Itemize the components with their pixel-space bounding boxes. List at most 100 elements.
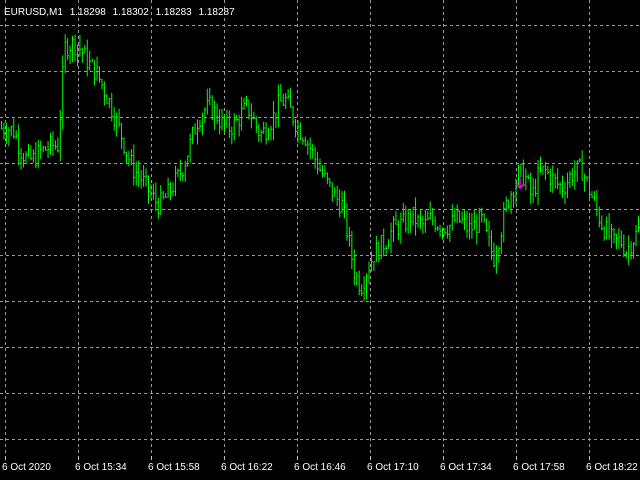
candle — [503, 201, 506, 243]
candle — [451, 204, 454, 231]
time-axis-label: 6 Oct 17:10 — [367, 462, 419, 473]
candle — [552, 165, 555, 194]
candle — [221, 109, 224, 131]
candle — [402, 202, 405, 223]
candle — [219, 109, 222, 135]
candle — [498, 246, 501, 263]
candle — [295, 118, 297, 138]
candle — [253, 111, 256, 120]
candle — [101, 78, 104, 90]
candle — [81, 47, 84, 63]
chart-window[interactable]: EURUSD,M1 1.18298 1.18302 1.18283 1.1828… — [0, 0, 640, 480]
candle — [554, 173, 557, 189]
candle — [263, 121, 266, 134]
candle — [155, 182, 158, 212]
candle — [62, 55, 65, 130]
candle — [412, 206, 415, 226]
candle — [231, 126, 234, 145]
candle — [272, 100, 275, 141]
candle — [130, 148, 133, 165]
candle — [537, 160, 540, 206]
candle — [304, 136, 307, 147]
candle — [35, 142, 38, 169]
candle — [449, 224, 452, 242]
time-axis-tick — [5, 456, 6, 460]
candle — [383, 228, 386, 257]
candle — [189, 133, 192, 163]
candle — [344, 190, 346, 219]
candle — [456, 204, 459, 224]
candle — [15, 130, 18, 140]
candle — [429, 201, 432, 220]
candle — [179, 159, 182, 182]
candle — [483, 213, 486, 223]
candle — [581, 150, 584, 181]
candle — [566, 172, 569, 199]
candle — [432, 208, 435, 226]
candle — [103, 81, 106, 106]
candle — [331, 182, 334, 202]
candle — [375, 235, 378, 262]
candle — [52, 131, 55, 156]
candle — [542, 165, 545, 175]
candle — [275, 112, 278, 129]
candle — [532, 178, 535, 203]
candle — [10, 125, 13, 137]
candle — [370, 251, 373, 272]
candle — [223, 116, 226, 133]
candle — [473, 210, 476, 230]
candle — [510, 191, 513, 215]
candle — [476, 214, 479, 245]
candle — [356, 271, 359, 286]
candle — [211, 95, 214, 120]
candle — [593, 191, 596, 202]
candle — [125, 151, 128, 164]
candle — [446, 225, 449, 239]
candle — [172, 182, 175, 196]
candle — [152, 183, 155, 200]
price-chart-plot[interactable] — [0, 0, 640, 456]
candle — [79, 34, 82, 57]
candle — [346, 203, 349, 241]
time-axis-label: 6 Oct 15:34 — [75, 462, 127, 473]
candle — [150, 183, 153, 199]
candle — [89, 50, 92, 71]
candle — [157, 197, 160, 220]
candle — [623, 234, 626, 258]
candle — [91, 58, 94, 62]
candle — [302, 137, 305, 145]
candle — [500, 232, 503, 254]
candle — [201, 112, 204, 136]
time-axis-tick — [78, 456, 79, 460]
candle — [265, 121, 268, 145]
candle — [121, 123, 124, 150]
candle — [57, 137, 60, 153]
candle — [584, 173, 587, 192]
time-axis-label: 6 Oct 16:22 — [221, 462, 273, 473]
candle — [439, 224, 442, 238]
candle — [589, 170, 591, 202]
chart-header: EURUSD,M1 1.18298 1.18302 1.18283 1.1828… — [4, 7, 239, 18]
candle — [282, 93, 285, 107]
candle — [459, 210, 462, 223]
candle — [535, 178, 538, 197]
candle — [618, 228, 621, 250]
candle — [393, 215, 395, 243]
candle — [250, 103, 253, 129]
candle — [67, 38, 70, 61]
candle — [321, 165, 324, 178]
candle — [13, 118, 16, 139]
candle — [118, 108, 121, 128]
time-axis-label: 6 Oct 2020 — [2, 462, 51, 473]
candle — [591, 191, 594, 198]
time-axis-tick — [370, 456, 371, 460]
candle — [366, 273, 369, 300]
candle — [324, 165, 327, 178]
candle — [312, 144, 315, 159]
candle — [280, 83, 283, 102]
time-axis-label: 6 Oct 17:34 — [440, 462, 492, 473]
candle — [348, 226, 351, 247]
candle — [165, 193, 168, 198]
candle — [314, 146, 317, 169]
candle — [135, 161, 138, 186]
